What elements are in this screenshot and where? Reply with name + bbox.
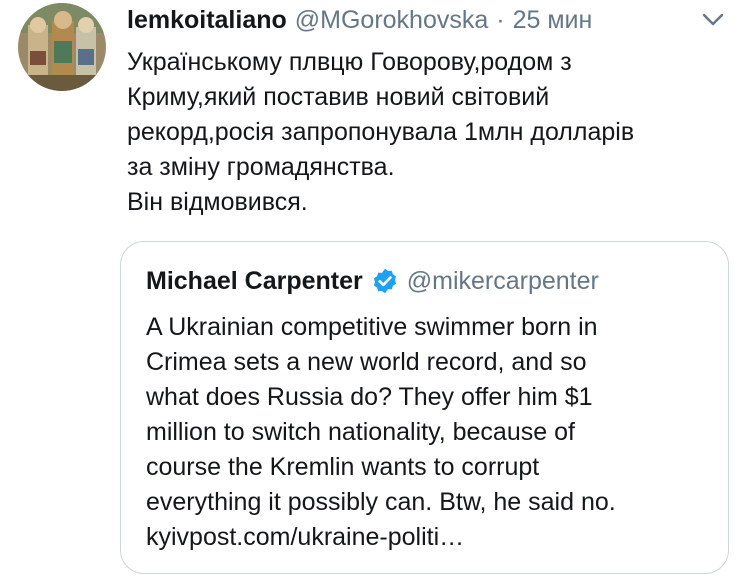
tweet-header: lemkoitaliano @MGorokhovska · 25 мин bbox=[127, 2, 730, 38]
avatar[interactable] bbox=[18, 3, 106, 91]
quoted-author-name: Michael Carpenter bbox=[146, 266, 363, 295]
avatar-image bbox=[18, 3, 106, 91]
chevron-down-icon[interactable] bbox=[702, 13, 724, 27]
tweet-text: Українському плвцю Говорову,родом з Крим… bbox=[127, 48, 635, 216]
verified-badge-icon bbox=[371, 267, 399, 295]
quoted-tweet-header: Michael Carpenter @mikercarpenter bbox=[146, 264, 599, 298]
tweet-timestamp[interactable]: 25 мин bbox=[513, 6, 593, 35]
separator-dot: · bbox=[496, 5, 505, 34]
quoted-tweet-text: A Ukrainian competitive swimmer born in … bbox=[146, 313, 616, 551]
author-handle[interactable]: @MGorokhovska bbox=[295, 6, 489, 35]
quoted-author-handle: @mikercarpenter bbox=[406, 266, 599, 295]
author-name[interactable]: lemkoitaliano bbox=[127, 6, 287, 35]
quoted-tweet-card[interactable]: Michael Carpenter @mikercarpenter A Ukra… bbox=[120, 241, 729, 574]
